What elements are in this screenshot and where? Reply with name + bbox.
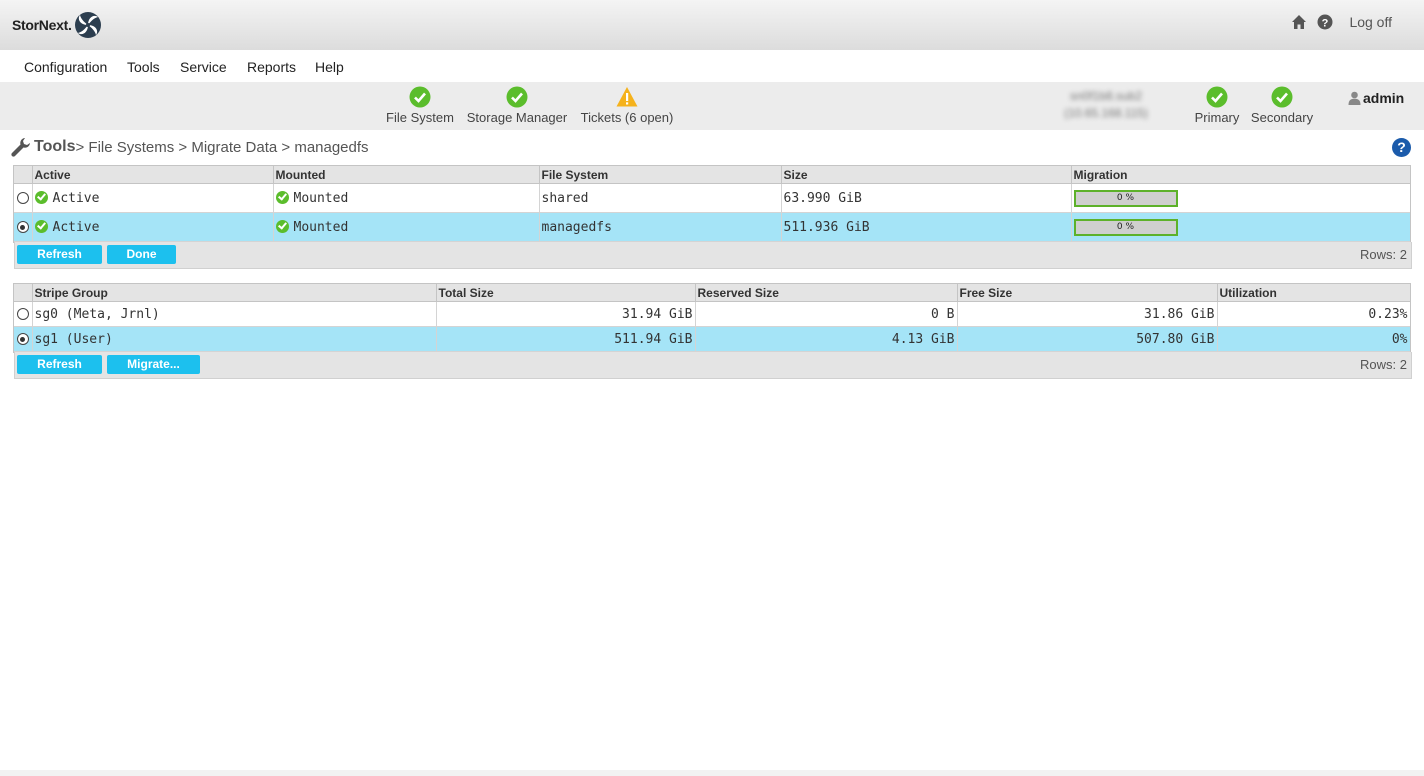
menu-tools[interactable]: Tools [127, 59, 160, 75]
fs-button-bar: Refresh Done Rows: 2 [14, 242, 1412, 269]
menu-bar: Configuration Tools Service Reports Help [0, 50, 1424, 83]
refresh-button[interactable]: Refresh [17, 245, 102, 264]
status-file-system[interactable]: File System [384, 86, 456, 125]
node-label: Secondary [1250, 110, 1314, 125]
ok-check-icon [1271, 86, 1293, 108]
migrate-button[interactable]: Migrate... [107, 355, 200, 374]
refresh-button[interactable]: Refresh [17, 355, 102, 374]
table-frame [13, 283, 1411, 353]
menu-service[interactable]: Service [180, 59, 227, 75]
status-label: File System [386, 110, 454, 125]
menu-reports[interactable]: Reports [247, 59, 296, 75]
stornext-logo-icon [74, 12, 101, 38]
ok-check-icon [506, 86, 528, 108]
row-count: Rows: 2 [1360, 357, 1407, 372]
breadcrumb-path: > File Systems > Migrate Data > managedf… [75, 138, 369, 156]
node-label: Primary [1194, 110, 1240, 125]
status-bar: File System Storage Manager Tickets (6 o… [0, 82, 1424, 130]
logo-text: StorNext. [12, 17, 72, 33]
status-label: Storage Manager [466, 110, 568, 125]
table-frame [13, 165, 1411, 243]
status-tickets[interactable]: Tickets (6 open) [578, 86, 676, 125]
breadcrumb-root[interactable]: Tools [34, 138, 75, 156]
logoff-link[interactable]: Log off [1349, 14, 1392, 30]
home-icon[interactable] [1291, 14, 1307, 30]
status-secondary-node[interactable]: Secondary [1248, 86, 1316, 125]
menu-configuration[interactable]: Configuration [24, 59, 107, 75]
top-right-controls: ? Log off [1291, 14, 1392, 30]
hostname-obscured: sn0f1b8.sub2 (10.65.168.115) [1064, 89, 1148, 120]
user-menu[interactable]: admin [1348, 90, 1404, 106]
stornext-logo: StorNext. [12, 10, 102, 40]
warning-icon [616, 87, 638, 107]
breadcrumb: Tools > File Systems > Migrate Data > ma… [10, 136, 369, 158]
username: admin [1363, 90, 1405, 106]
wrench-icon [11, 138, 30, 157]
done-button[interactable]: Done [107, 245, 176, 264]
menu-help[interactable]: Help [315, 59, 344, 75]
row-count: Rows: 2 [1360, 247, 1407, 262]
top-bar: StorNext. ? Log off [0, 0, 1424, 51]
svg-text:?: ? [1322, 17, 1329, 29]
page-help-icon[interactable]: ? [1392, 138, 1411, 157]
help-icon[interactable]: ? [1317, 14, 1333, 30]
ok-check-icon [1206, 86, 1228, 108]
status-storage-manager[interactable]: Storage Manager [464, 86, 570, 125]
sg-button-bar: Refresh Migrate... Rows: 2 [14, 352, 1412, 379]
user-icon [1348, 91, 1361, 105]
footer-strip [0, 770, 1424, 776]
status-primary-node[interactable]: Primary [1190, 86, 1244, 125]
status-label: Tickets (6 open) [580, 110, 674, 125]
ok-check-icon [409, 86, 431, 108]
